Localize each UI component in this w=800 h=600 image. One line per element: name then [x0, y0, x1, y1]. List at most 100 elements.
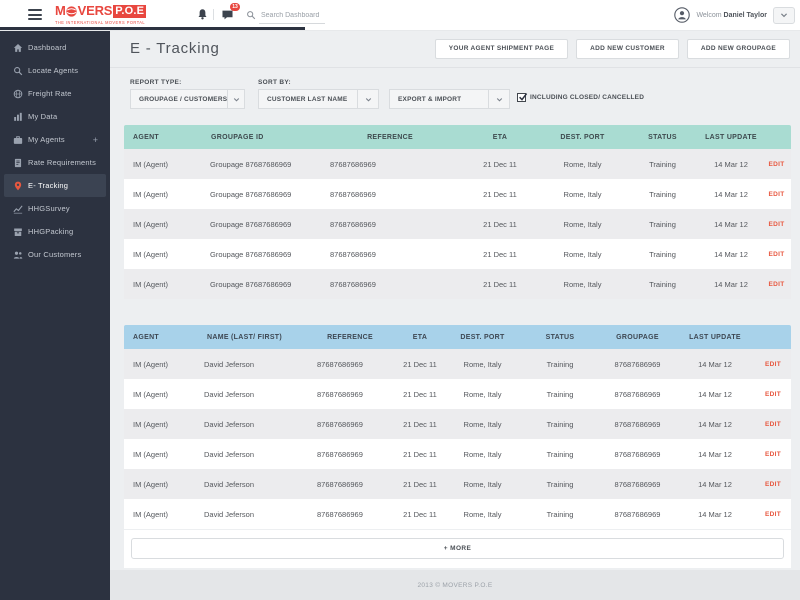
- chevron-down-icon: [227, 90, 244, 108]
- more-bar: + MORE: [124, 530, 791, 568]
- edit-link[interactable]: EDIT: [765, 451, 781, 458]
- edit-link[interactable]: EDIT: [765, 391, 781, 398]
- cell-name: David Jeferson: [195, 499, 305, 529]
- sidebar-item[interactable]: My Data: [4, 105, 106, 128]
- cell-agent: IM (Agent): [124, 209, 201, 239]
- chevron-down-icon: [780, 6, 788, 24]
- sidebar-item[interactable]: E- Tracking: [4, 174, 106, 197]
- cell-reference: 87687686969: [320, 269, 460, 299]
- cell-groupage: 87687686969: [600, 409, 675, 439]
- sidebar-item[interactable]: Our Customers: [4, 243, 106, 266]
- cell-groupage: 87687686969: [600, 469, 675, 499]
- cell-dest-port: Rome, Italy: [540, 149, 625, 179]
- edit-link[interactable]: EDIT: [768, 191, 784, 198]
- cell-status: Training: [625, 149, 700, 179]
- cell-eta: 21 Dec 11: [395, 439, 445, 469]
- edit-link[interactable]: EDIT: [765, 481, 781, 488]
- cell-agent: IM (Agent): [124, 179, 201, 209]
- cell-groupage: 87687686969: [600, 349, 675, 379]
- logo-text: VERS: [78, 4, 113, 18]
- cell-last-update: 14 Mar 12: [675, 409, 755, 439]
- cell-agent: IM (Agent): [124, 439, 195, 469]
- sort-select-1[interactable]: CUSTOMER LAST NAME: [258, 89, 379, 109]
- sidebar-item-label: HHGSurvey: [28, 204, 70, 213]
- cell-dest-port: Rome, Italy: [445, 379, 520, 409]
- home-icon: [13, 43, 23, 53]
- action-button[interactable]: ADD NEW GROUPAGE: [687, 39, 790, 59]
- sort-select-2[interactable]: EXPORT & IMPORT: [389, 89, 510, 109]
- checkbox[interactable]: [517, 93, 526, 102]
- sidebar-item[interactable]: Dashboard: [4, 36, 106, 59]
- logo[interactable]: M VERS P.O.E THE INTERNATIONAL MOVERS PO…: [55, 4, 155, 25]
- cell-eta: 21 Dec 11: [395, 409, 445, 439]
- cell-eta: 21 Dec 11: [395, 499, 445, 529]
- line-chart-icon: [13, 204, 23, 214]
- customer-table-header: AGENTNAME (LAST/ FIRST)REFERENCEETADEST.…: [124, 325, 791, 349]
- cell-groupage-id: Groupage 87687686969: [201, 269, 320, 299]
- edit-link[interactable]: EDIT: [765, 361, 781, 368]
- title-row: E - Tracking YOUR AGENT SHIPMENT PAGE AD…: [110, 30, 800, 68]
- chevron-down-icon: [488, 90, 509, 108]
- table-row: IM (Agent) David Jeferson 87687686969 21…: [124, 379, 791, 409]
- notification-badge: 13: [230, 3, 240, 11]
- sidebar-item[interactable]: HHGSurvey: [4, 197, 106, 220]
- sidebar-item-expand: +: [93, 135, 106, 145]
- sidebar-item[interactable]: My Agents +: [4, 128, 106, 151]
- sidebar-item[interactable]: Locate Agents: [4, 59, 106, 82]
- cell-reference: 87687686969: [320, 149, 460, 179]
- cell-status: Training: [520, 499, 600, 529]
- action-button[interactable]: ADD NEW CUSTOMER: [576, 39, 679, 59]
- user-menu-button[interactable]: [773, 7, 795, 24]
- search-input[interactable]: [259, 7, 325, 24]
- cell-agent: IM (Agent): [124, 499, 195, 529]
- cell-eta: 21 Dec 11: [460, 269, 540, 299]
- report-type-select[interactable]: GROUPAGE / CUSTOMERS: [130, 89, 245, 109]
- sidebar-item[interactable]: Rate Requirements: [4, 151, 106, 174]
- logo-tagline: THE INTERNATIONAL MOVERS PORTAL: [55, 20, 143, 25]
- map-pin-icon: [13, 181, 23, 191]
- logo-box: P.O.E: [113, 5, 146, 18]
- including-closed-checkbox[interactable]: INCLUDING CLOSED/ CANCELLED: [517, 93, 644, 102]
- edit-link[interactable]: EDIT: [768, 161, 784, 168]
- user-name: Daniel Taylor: [724, 12, 767, 19]
- cell-last-update: 14 Mar 12: [675, 379, 755, 409]
- customer-table-body: IM (Agent) David Jeferson 87687686969 21…: [124, 349, 791, 529]
- main-content: E - Tracking YOUR AGENT SHIPMENT PAGE AD…: [110, 30, 800, 600]
- briefcase-icon: [13, 135, 23, 145]
- sidebar-item[interactable]: HHGPacking: [4, 220, 106, 243]
- table-row: IM (Agent) Groupage 87687686969 87687686…: [124, 269, 791, 299]
- cell-name: David Jeferson: [195, 439, 305, 469]
- groupage-table-body: IM (Agent) Groupage 87687686969 87687686…: [124, 149, 791, 299]
- cell-status: Training: [520, 439, 600, 469]
- cell-groupage-id: Groupage 87687686969: [201, 239, 320, 269]
- cell-status: Training: [520, 409, 600, 439]
- sidebar-item-label: My Agents: [28, 135, 65, 144]
- edit-link[interactable]: EDIT: [768, 251, 784, 258]
- bell-icon[interactable]: [196, 8, 209, 21]
- column-header: NAME (LAST/ FIRST): [195, 325, 305, 349]
- cell-status: Training: [520, 379, 600, 409]
- sidebar-item-label: HHGPacking: [28, 227, 73, 236]
- footer: 2013 © MOVERS P.O.E: [110, 570, 800, 600]
- sidebar-item[interactable]: Freight Rate: [4, 82, 106, 105]
- logo-text: M: [55, 4, 66, 18]
- globe-icon: [13, 89, 23, 99]
- edit-link[interactable]: EDIT: [765, 421, 781, 428]
- action-button[interactable]: YOUR AGENT SHIPMENT PAGE: [435, 39, 568, 59]
- cell-reference: 87687686969: [320, 239, 460, 269]
- edit-link[interactable]: EDIT: [768, 221, 784, 228]
- cell-last-update: 14 Mar 12: [675, 349, 755, 379]
- menu-icon[interactable]: [28, 9, 42, 21]
- cell-name: David Jeferson: [195, 409, 305, 439]
- cell-last-update: 14 Mar 12: [675, 499, 755, 529]
- column-header: STATUS: [520, 325, 600, 349]
- avatar[interactable]: [674, 7, 690, 23]
- column-header: LAST UPDATE: [675, 325, 755, 349]
- cell-last-update: 14 Mar 12: [700, 239, 762, 269]
- edit-link[interactable]: EDIT: [768, 281, 784, 288]
- cell-dest-port: Rome, Italy: [445, 469, 520, 499]
- cell-status: Training: [625, 209, 700, 239]
- more-button[interactable]: + MORE: [131, 538, 784, 559]
- sort-by-label: SORT BY:: [258, 79, 291, 86]
- edit-link[interactable]: EDIT: [765, 511, 781, 518]
